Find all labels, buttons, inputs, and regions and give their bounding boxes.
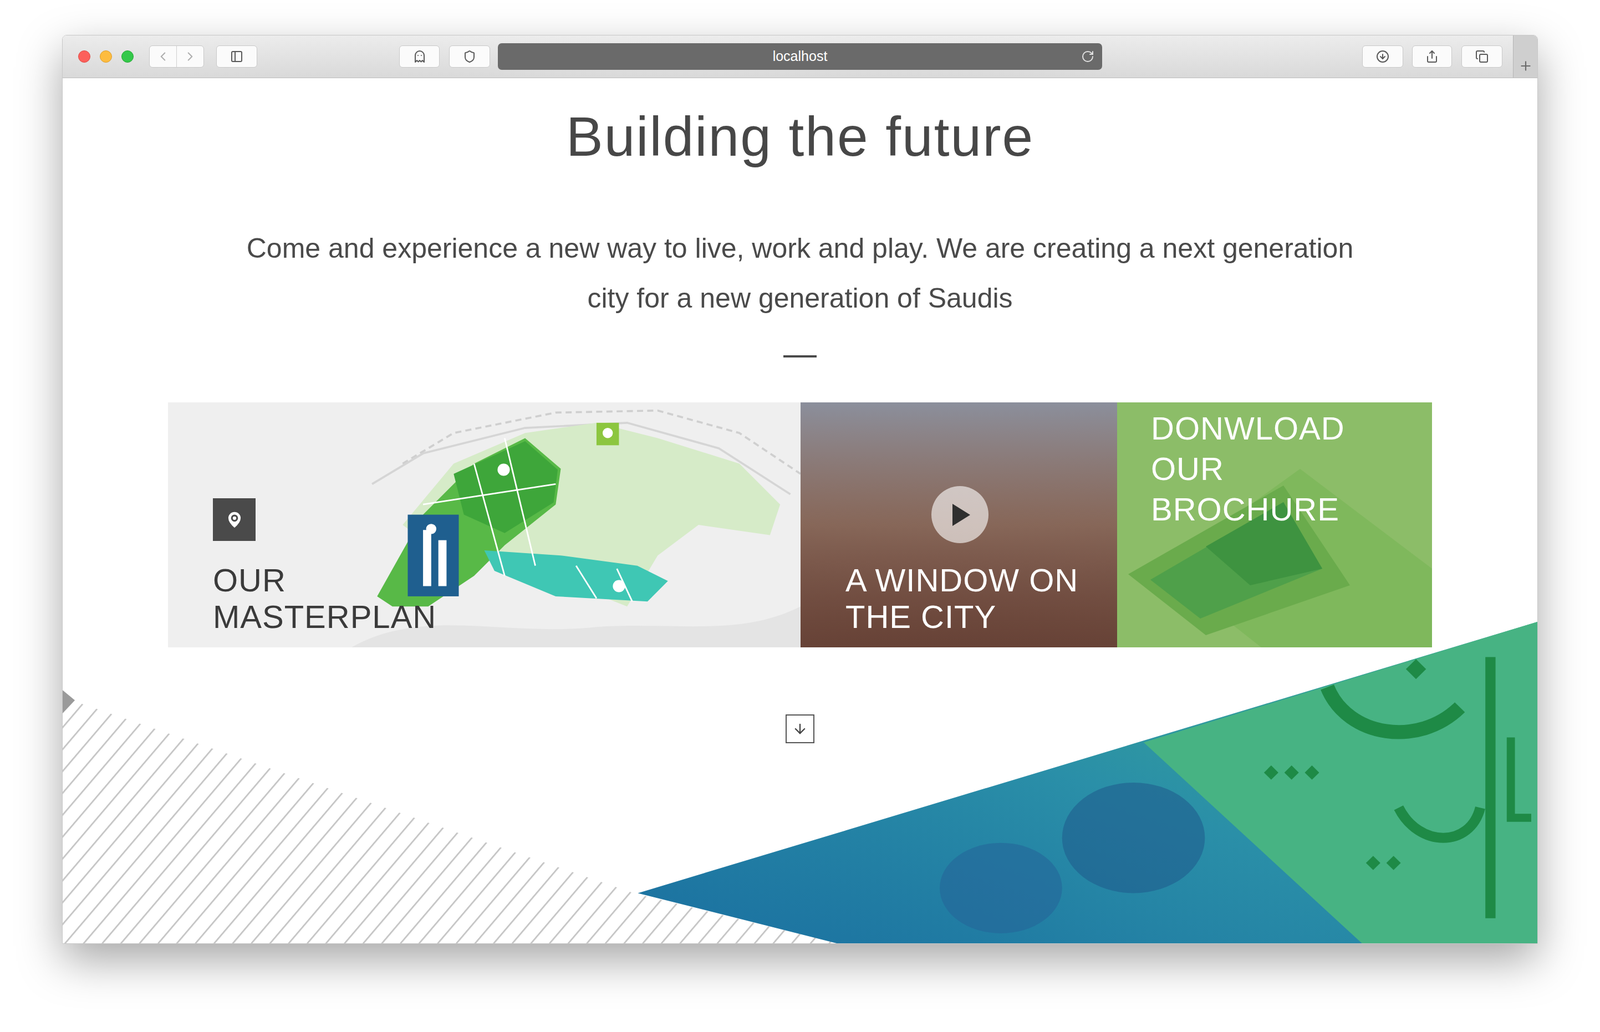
zoom-button[interactable] (121, 50, 134, 63)
divider (783, 355, 817, 358)
brochure-card[interactable]: DONWLOADOURBROCHURE (1117, 402, 1433, 648)
forward-button[interactable] (176, 46, 204, 68)
tabs-icon (1475, 49, 1489, 64)
tabs-button[interactable] (1461, 45, 1503, 68)
card-title-line: OUR (212, 562, 801, 599)
ghostery-button[interactable] (399, 45, 440, 68)
video-card[interactable]: A WINDOW ONTHE CITY (800, 402, 1118, 648)
page-content: Building the future Come and experience a… (62, 78, 1538, 944)
play-icon (949, 502, 972, 528)
close-button[interactable] (78, 50, 91, 63)
card-title-line: BROCHURE (1150, 491, 1433, 528)
card-title: A WINDOW ONTHE CITY (845, 562, 1118, 636)
chevron-right-icon (182, 49, 198, 64)
desktop: localhost Building the future Come and exp… (0, 0, 1600, 1032)
card-title-line: A WINDOW ON (845, 562, 1118, 599)
ghost-icon (413, 49, 427, 64)
address-text: localhost (772, 46, 828, 68)
minimize-button[interactable] (99, 50, 112, 63)
scroll-down-button[interactable] (785, 714, 815, 744)
back-button[interactable] (149, 46, 177, 68)
card-title: DONWLOADOURBROCHURE (1150, 410, 1433, 528)
reload-icon[interactable] (1081, 49, 1095, 64)
browser-toolbar: localhost (62, 35, 1538, 79)
download-icon (1376, 49, 1390, 64)
share-button[interactable] (1412, 45, 1452, 68)
card-title-line: MASTERPLAN (212, 598, 801, 636)
masterplan-card[interactable]: OURMASTERPLAN (167, 402, 801, 648)
hero-heading: Building the future (566, 103, 1034, 170)
hero-paragraph: Come and experience a new way to live, w… (242, 223, 1358, 324)
sidebar-icon (230, 49, 244, 64)
shield-button[interactable] (449, 45, 491, 68)
cards-row: OURMASTERPLANA WINDOW ONTHE CITYDONWLOAD… (167, 402, 1433, 648)
sidebar-button[interactable] (216, 45, 258, 68)
arrow-down-icon (792, 721, 808, 737)
browser-window: localhost Building the future Come and exp… (62, 34, 1538, 945)
shield-icon (462, 49, 477, 64)
share-icon (1425, 49, 1439, 64)
plus-icon (1518, 58, 1533, 74)
map-pin-icon (223, 509, 246, 531)
window-controls (78, 50, 134, 63)
nav-buttons (149, 45, 205, 68)
play-button[interactable] (931, 486, 989, 544)
chevron-left-icon (155, 49, 171, 64)
card-title-line: THE CITY (845, 598, 1118, 636)
card-title-line: OUR (1150, 450, 1433, 488)
new-tab-button[interactable] (1512, 35, 1538, 78)
address-bar[interactable]: localhost (497, 43, 1103, 70)
card-title: OURMASTERPLAN (212, 562, 801, 636)
downloads-button[interactable] (1362, 45, 1404, 68)
card-title-line: DONWLOAD (1150, 410, 1433, 447)
pin-badge (212, 498, 256, 542)
banner-graphic-icon (62, 617, 1538, 944)
